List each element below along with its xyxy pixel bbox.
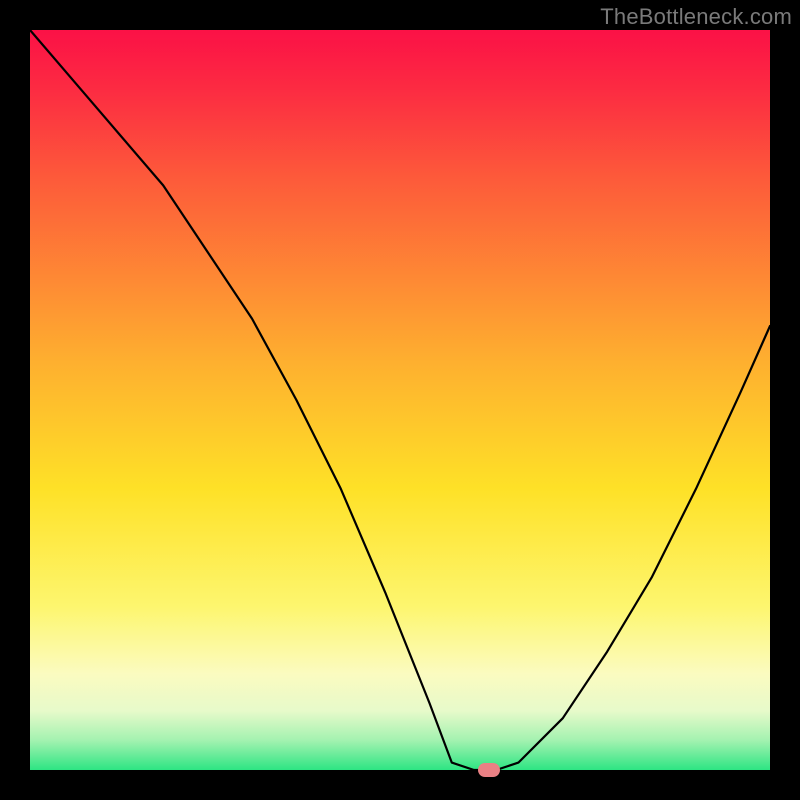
chart-frame: TheBottleneck.com: [0, 0, 800, 800]
bottleneck-curve: [30, 30, 770, 770]
plot-area: [30, 30, 770, 770]
watermark-text: TheBottleneck.com: [600, 4, 792, 30]
optimum-marker: [478, 763, 500, 777]
